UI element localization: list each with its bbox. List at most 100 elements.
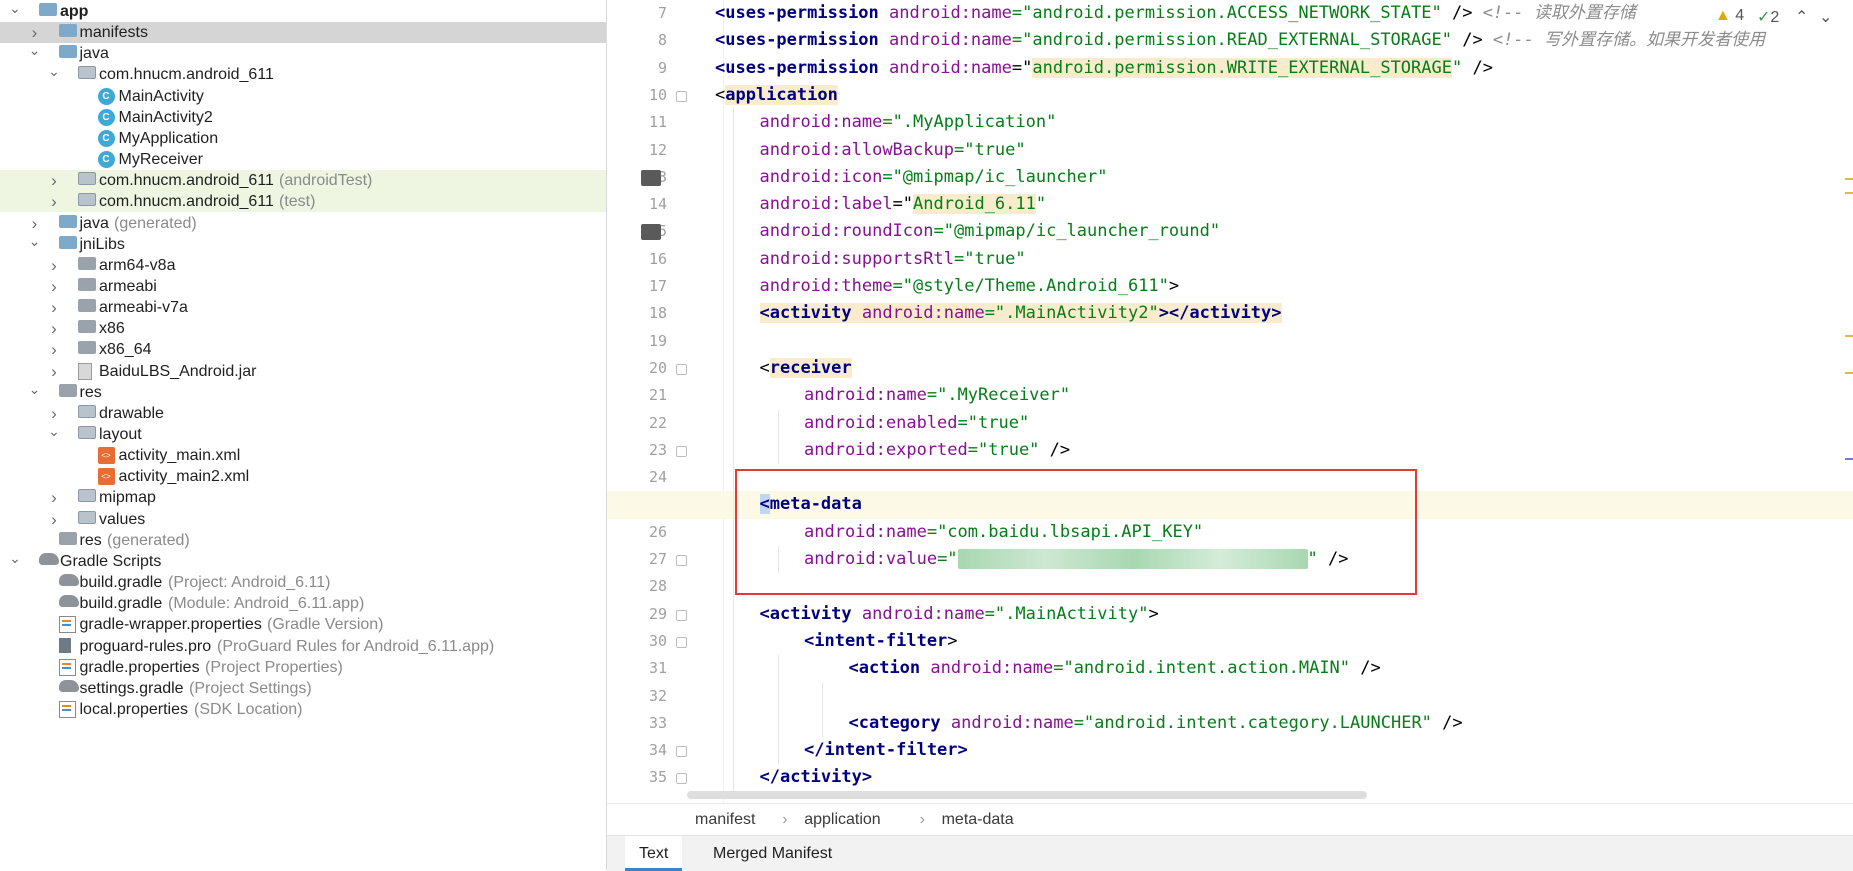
code-text[interactable]: android:name=".MyApplication" (760, 109, 1057, 136)
tree-item[interactable]: › BaiduLBS_Android.jar (0, 361, 606, 382)
tree-item[interactable]: ⌄ java (0, 43, 606, 64)
chevron-down-icon[interactable]: ⌄ (47, 64, 61, 85)
code-line[interactable]: android:theme="@style/Theme.Android_611"… (607, 273, 1853, 300)
chevron-right-icon[interactable]: › (28, 213, 42, 234)
chevron-right-icon[interactable]: › (47, 276, 61, 297)
code-line[interactable]: </activity> (607, 764, 1853, 791)
code-line[interactable]: android:name=".MyReceiver" (607, 382, 1853, 409)
tree-item[interactable]: settings.gradle (Project Settings) (0, 678, 606, 699)
chevron-down-icon[interactable]: ⌄ (1819, 7, 1832, 27)
chevron-down-icon[interactable]: ⌄ (8, 551, 22, 572)
code-line[interactable]: <activity android:name=".MainActivity"> (607, 601, 1853, 628)
code-text[interactable]: android:theme="@style/Theme.Android_611"… (760, 273, 1180, 300)
tree-item[interactable]: › drawable (0, 403, 606, 424)
horizontal-scrollbar[interactable] (687, 791, 1367, 799)
code-line[interactable]: <action android:name="android.intent.act… (607, 655, 1853, 682)
chevron-down-icon[interactable]: ⌄ (47, 424, 61, 445)
tree-item[interactable]: gradle.properties (Project Properties) (0, 657, 606, 678)
code-text[interactable]: <activity android:name=".MainActivity"> (760, 601, 1159, 628)
tree-item[interactable]: › x86_64 (0, 339, 606, 360)
tree-item[interactable]: › armeabi-v7a (0, 297, 606, 318)
chevron-down-icon[interactable]: ⌄ (28, 382, 42, 403)
code-line[interactable]: android:enabled="true" (607, 410, 1853, 437)
warning-icon[interactable]: ▲ 4 (1715, 7, 1744, 25)
tree-item[interactable]: ⌄ res (0, 382, 606, 403)
code-line[interactable]: android:name=".MyApplication" (607, 109, 1853, 136)
code-line[interactable]: <application (607, 82, 1853, 109)
chevron-right-icon[interactable]: › (47, 339, 61, 360)
code-line[interactable]: <category android:name="android.intent.c… (607, 710, 1853, 737)
code-text[interactable]: <action android:name="android.intent.act… (849, 655, 1381, 682)
chevron-right-icon[interactable]: › (47, 403, 61, 424)
code-line[interactable]: android:label="Android_6.11" (607, 191, 1853, 218)
tree-item[interactable]: › armeabi (0, 276, 606, 297)
code-line[interactable]: android:roundIcon="@mipmap/ic_launcher_r… (607, 218, 1853, 245)
code-text[interactable]: <uses-permission android:name="android.p… (715, 27, 1765, 54)
stripe-mark[interactable] (1845, 178, 1853, 180)
tree-item[interactable]: local.properties (SDK Location) (0, 699, 606, 720)
stripe-mark[interactable] (1845, 335, 1853, 337)
tree-item[interactable]: C MyReceiver (0, 149, 606, 170)
tree-item[interactable]: › x86 (0, 318, 606, 339)
breadcrumb-item[interactable]: application (804, 804, 881, 836)
tree-item[interactable]: › java (generated) (0, 213, 606, 234)
code-line[interactable] (607, 328, 1853, 355)
code-line[interactable]: <intent-filter> (607, 628, 1853, 655)
tree-item[interactable]: <> activity_main2.xml (0, 466, 606, 487)
code-line[interactable]: <receiver (607, 355, 1853, 382)
code-line[interactable]: android:exported="true" /> (607, 437, 1853, 464)
code-text[interactable]: android:icon="@mipmap/ic_launcher" (760, 164, 1108, 191)
chevron-right-icon[interactable]: › (47, 318, 61, 339)
code-text[interactable]: android:name=".MyReceiver" (804, 382, 1070, 409)
tree-item[interactable]: ⌄ jniLibs (0, 234, 606, 255)
code-line[interactable]: android:icon="@mipmap/ic_launcher" (607, 164, 1853, 191)
tree-item[interactable]: C MainActivity (0, 86, 606, 107)
chevron-right-icon[interactable]: › (47, 509, 61, 530)
tree-item[interactable]: C MyApplication (0, 128, 606, 149)
tree-item[interactable]: › arm64-v8a (0, 255, 606, 276)
stripe-mark[interactable] (1845, 372, 1853, 374)
tab-merged-manifest[interactable]: Merged Manifest (699, 836, 846, 871)
tree-item[interactable]: proguard-rules.pro (ProGuard Rules for An… (0, 636, 606, 657)
code-line[interactable]: android:allowBackup="true" (607, 137, 1853, 164)
code-line[interactable]: android:supportsRtl="true" (607, 246, 1853, 273)
chevron-right-icon[interactable]: › (47, 297, 61, 318)
tree-item[interactable]: › com.hnucm.android_611 (androidTest) (0, 170, 606, 192)
breadcrumb-item[interactable]: manifest (695, 804, 755, 836)
tree-item[interactable]: ⌄ layout (0, 424, 606, 445)
chevron-up-icon[interactable]: ⌃ (1795, 7, 1808, 27)
code-text[interactable]: <receiver (760, 355, 852, 382)
chevron-right-icon[interactable]: › (28, 22, 42, 43)
tree-item[interactable]: ⌄ com.hnucm.android_611 (0, 64, 606, 85)
chevron-down-icon[interactable]: ⌄ (28, 234, 42, 255)
code-line[interactable]: <uses-permission android:name="android.p… (607, 27, 1853, 54)
code-text[interactable]: android:exported="true" /> (804, 437, 1070, 464)
chevron-right-icon[interactable]: › (47, 361, 61, 382)
tree-item[interactable]: › manifests (0, 22, 606, 44)
chevron-down-icon[interactable]: ⌄ (28, 43, 42, 64)
tree-item[interactable]: ⌄ app (0, 1, 606, 22)
code-text[interactable]: android:roundIcon="@mipmap/ic_launcher_r… (760, 218, 1221, 245)
tree-item[interactable]: › values (0, 509, 606, 530)
tree-item[interactable]: build.gradle (Project: Android_6.11) (0, 572, 606, 593)
tree-item[interactable]: C MainActivity2 (0, 107, 606, 128)
code-text[interactable]: android:label="Android_6.11" (760, 191, 1046, 218)
code-editor[interactable]: 7891011121314151617181920212223242526272… (607, 0, 1853, 803)
code-text[interactable]: android:supportsRtl="true" (760, 246, 1026, 273)
stripe-mark[interactable] (1845, 458, 1853, 460)
code-text[interactable]: <uses-permission android:name="android.p… (715, 0, 1636, 27)
chevron-right-icon[interactable]: › (47, 255, 61, 276)
chevron-right-icon[interactable]: › (47, 170, 61, 191)
code-line[interactable]: <uses-permission android:name="android.p… (607, 0, 1853, 27)
chevron-right-icon[interactable]: › (47, 487, 61, 508)
code-line[interactable]: <uses-permission android:name="android.p… (607, 55, 1853, 82)
code-line[interactable] (607, 683, 1853, 710)
tab-text[interactable]: Text (625, 836, 683, 871)
tree-item[interactable]: <> activity_main.xml (0, 445, 606, 466)
code-text[interactable]: <uses-permission android:name="android.p… (715, 55, 1493, 82)
code-text[interactable]: android:allowBackup="true" (760, 137, 1026, 164)
stripe-mark[interactable] (1845, 192, 1853, 194)
code-line[interactable]: </intent-filter> (607, 737, 1853, 764)
tree-item[interactable]: › mipmap (0, 487, 606, 508)
tree-item[interactable]: build.gradle (Module: Android_6.11.app) (0, 593, 606, 614)
